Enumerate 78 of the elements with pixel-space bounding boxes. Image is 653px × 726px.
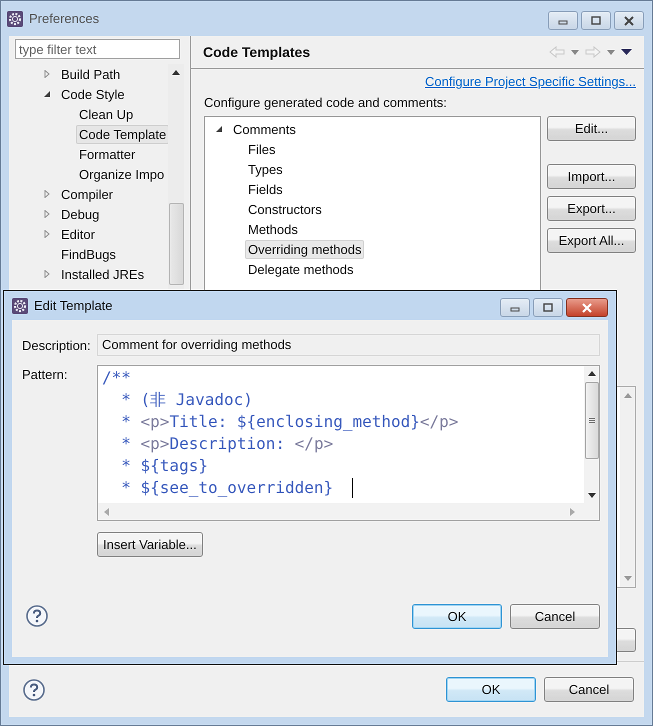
text-cursor [352, 478, 353, 498]
maximize-icon [590, 16, 602, 26]
scroll-thumb[interactable] [584, 382, 598, 459]
description-label: Description: [22, 338, 92, 352]
collapsed-arrow-icon[interactable] [43, 230, 51, 238]
help-icon[interactable] [23, 678, 45, 700]
close-icon [581, 302, 593, 312]
help-icon[interactable] [26, 605, 48, 627]
template-action-button[interactable]: Import... [547, 164, 636, 189]
maximize-icon [542, 302, 554, 312]
sidebar-item[interactable]: Debug [58, 204, 102, 224]
gear-icon [7, 10, 23, 26]
cancel-button[interactable]: Cancel [544, 677, 634, 702]
code-line: /** [102, 367, 131, 389]
scroll-down-icon[interactable] [588, 493, 596, 498]
scrollbar[interactable] [168, 64, 184, 289]
dropdown-icon[interactable] [607, 50, 615, 54]
pattern-label: Pattern: [22, 367, 69, 382]
sidebar-item[interactable]: Installed JREs [58, 264, 148, 284]
code-line: * ${tags} [120, 455, 208, 477]
template-action-button[interactable]: Edit... [547, 116, 636, 141]
close-icon [623, 16, 635, 26]
sidebar-item[interactable]: FindBugs [58, 244, 119, 264]
ok-button[interactable]: OK [412, 604, 502, 628]
ok-button[interactable]: OK [446, 677, 536, 702]
code-line: * (非 Javadoc) [120, 389, 253, 411]
maximize-button[interactable] [533, 298, 563, 317]
scroll-left-icon[interactable] [104, 508, 109, 516]
template-action-button[interactable]: Export All... [547, 228, 636, 253]
collapsed-arrow-icon[interactable] [43, 190, 51, 198]
minimize-button[interactable] [500, 298, 530, 317]
grip-icon [588, 418, 594, 423]
template-item[interactable]: Overriding methods [245, 240, 364, 258]
minimize-button[interactable] [548, 11, 578, 30]
collapsed-arrow-icon[interactable] [43, 270, 51, 278]
dialog-title: Edit Template [34, 298, 113, 313]
expanded-arrow-icon[interactable] [43, 90, 51, 98]
description-field[interactable]: Comment for overriding methods [97, 334, 600, 356]
sidebar-item[interactable]: Formatter [76, 144, 138, 164]
project-settings-link[interactable]: Configure Project Specific Settings... [425, 74, 636, 89]
button-edge[interactable] [616, 628, 636, 652]
code-line: * <p>Description: </p> [120, 433, 334, 455]
template-item[interactable]: Constructors [245, 200, 325, 218]
filter-field[interactable]: type filter text [15, 39, 180, 59]
menu-icon[interactable] [621, 49, 632, 55]
collapsed-arrow-icon[interactable] [43, 70, 51, 78]
code-line: * ${see_to_overridden} [120, 477, 334, 499]
template-item[interactable]: Types [245, 160, 286, 178]
insert-variable-button[interactable]: Insert Variable... [97, 532, 203, 557]
scroll-right-icon[interactable] [570, 508, 575, 516]
sidebar-item[interactable]: Code Template [76, 124, 168, 144]
template-action-button[interactable]: Export... [547, 196, 636, 221]
sidebar-item[interactable]: Clean Up [76, 104, 136, 124]
template-item[interactable]: Files [245, 140, 278, 158]
sidebar-item[interactable]: Editor [58, 224, 98, 244]
close-button[interactable] [614, 11, 644, 30]
cancel-button[interactable]: Cancel [510, 604, 600, 628]
page-title: Code Templates [203, 44, 310, 60]
pattern-editor[interactable]: /** * (非 Javadoc) * <p>Title: ${enclosing_method}</p> * <p>Description: </p> * ${tags} * ${see_to_overridden} [97, 365, 600, 521]
template-item[interactable]: Delegate methods [245, 260, 357, 278]
window-title: Preferences [29, 11, 100, 26]
scroll-up-icon[interactable] [172, 70, 180, 75]
scroll-up-icon[interactable] [588, 371, 596, 376]
expanded-arrow-icon[interactable] [215, 125, 223, 133]
template-item[interactable]: Methods [245, 220, 301, 238]
sidebar-item[interactable]: Build Path [58, 64, 124, 84]
collapsed-arrow-icon[interactable] [43, 210, 51, 218]
sidebar-item[interactable]: Code Style [58, 84, 128, 104]
maximize-button[interactable] [581, 11, 611, 30]
gear-icon [12, 298, 28, 314]
sidebar-item[interactable]: Compiler [58, 184, 116, 204]
dropdown-icon[interactable] [571, 50, 579, 54]
intro-text: Configure generated code and comments: [204, 95, 448, 110]
code-line: * <p>Title: ${enclosing_method}</p> [120, 411, 458, 433]
close-button[interactable] [566, 298, 608, 317]
sidebar-item[interactable]: Organize Impo [76, 164, 168, 184]
template-item[interactable]: Fields [245, 180, 286, 198]
template-item[interactable]: Comments [230, 120, 299, 138]
